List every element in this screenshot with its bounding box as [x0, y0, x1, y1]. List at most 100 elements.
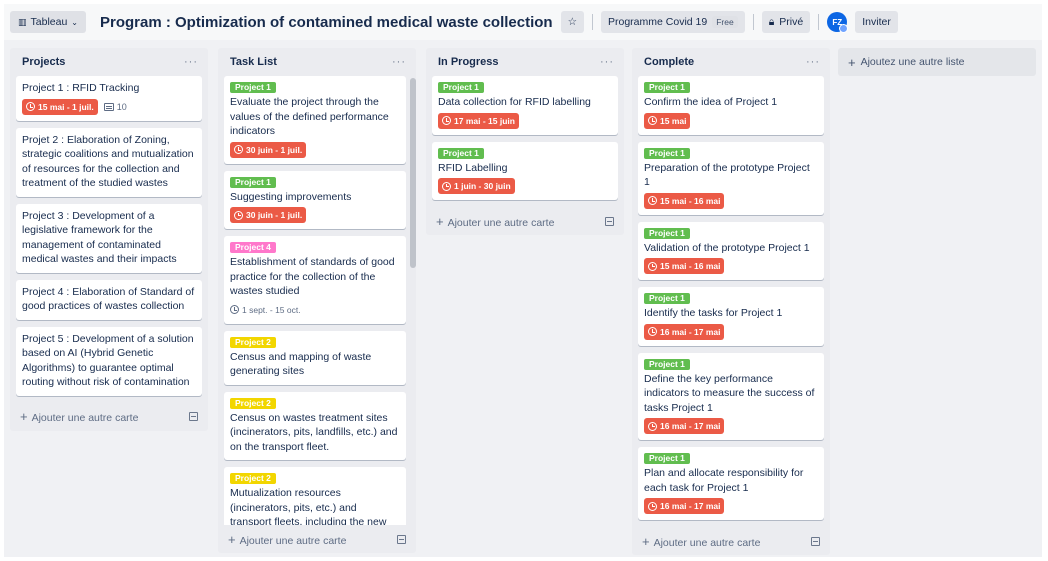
card[interactable]: Project 5 : Development of a solution ba… — [16, 326, 202, 396]
due-date-badge[interactable]: 30 juin - 1 juil. — [230, 207, 307, 223]
list-title[interactable]: In Progress — [438, 56, 499, 68]
card[interactable]: Project 4 Establishment of standards of … — [224, 236, 406, 324]
card[interactable]: Project 1 Confirm the idea of Project 1 … — [638, 76, 824, 135]
card-title: RFID Labelling — [438, 161, 508, 174]
card-label: Project 1 — [644, 82, 690, 93]
card-label: Project 1 — [438, 147, 484, 159]
clock-icon — [234, 210, 243, 220]
card-title: Preparation of the prototype Project 1 — [644, 161, 810, 189]
scrollbar[interactable] — [410, 78, 416, 268]
card[interactable]: Project 2 Census and mapping of waste ge… — [224, 330, 406, 385]
invite-button[interactable]: Inviter — [855, 11, 898, 33]
due-date-badge[interactable]: 30 juin - 1 juil. — [230, 141, 307, 158]
due-date-badge[interactable]: 16 mai - 17 mai — [644, 498, 725, 514]
due-date-badge[interactable]: 1 juin - 30 juin — [438, 178, 515, 194]
list-task-list: Task List ··· Project 1 Evaluate the pro… — [218, 48, 416, 553]
card-title: Validation of the prototype Project 1 — [644, 241, 810, 254]
due-date-badge[interactable]: 15 mai - 16 mai — [644, 192, 725, 209]
clock-icon — [442, 181, 451, 191]
view-switcher-button[interactable]: ▥ Tableau ⌄ — [10, 11, 86, 33]
board-title[interactable]: Program : Optimization of contamined med… — [100, 14, 553, 31]
list-title[interactable]: Task List — [230, 56, 277, 68]
visibility-button[interactable]: 🔒︎ Privé — [761, 11, 811, 33]
card-title: Plan and allocate responsibility for eac… — [644, 467, 804, 494]
star-button[interactable]: ☆ — [560, 11, 584, 33]
clock-icon — [648, 327, 657, 336]
clock-icon — [648, 501, 657, 511]
card-label: Project 1 — [230, 82, 276, 93]
add-card-label: Ajouter une autre carte — [31, 412, 139, 424]
clock-icon — [230, 305, 239, 314]
due-date-badge[interactable]: 15 mai - 16 mai — [644, 258, 725, 274]
list-header: Complete ··· — [632, 48, 830, 76]
template-icon[interactable] — [189, 412, 198, 421]
add-card-row: + Ajouter une autre carte — [426, 207, 624, 235]
visibility-label: Privé — [779, 16, 804, 28]
template-icon[interactable] — [605, 216, 614, 226]
add-card-button[interactable]: + Ajouter une autre carte — [436, 214, 554, 229]
card[interactable]: Project 1 Plan and allocate responsibili… — [638, 447, 824, 520]
more-icon[interactable]: ··· — [806, 56, 820, 68]
clock-icon — [648, 261, 657, 271]
card-title: Projet 2 : Elaboration of Zoning, strate… — [22, 133, 194, 190]
list-header: In Progress ··· — [426, 48, 624, 76]
due-date-badge[interactable]: 15 mai — [644, 112, 691, 129]
clock-icon — [648, 421, 657, 431]
more-icon[interactable]: ··· — [600, 56, 614, 68]
list-header: Task List ··· — [218, 48, 416, 76]
due-date-text: 16 mai - 17 mai — [660, 326, 721, 337]
add-card-button[interactable]: + Ajouter une autre carte — [642, 534, 760, 549]
divider — [592, 14, 593, 30]
due-date-badge[interactable]: 15 mai - 1 juil. — [22, 98, 98, 115]
card[interactable]: Project 4 : Elaboration of Standard of g… — [16, 279, 202, 320]
more-icon[interactable]: ··· — [392, 56, 406, 68]
workspace-button[interactable]: Programme Covid 19 Free — [601, 11, 745, 33]
card-label: Project 2 — [230, 397, 276, 409]
card[interactable]: Project 2 Census on wastes treatment sit… — [224, 391, 406, 460]
workspace-name: Programme Covid 19 — [608, 16, 708, 28]
due-date-badge[interactable]: 16 mai - 17 mai — [644, 323, 725, 340]
due-date-badge[interactable]: 16 mai - 17 mai — [644, 418, 725, 434]
card[interactable]: Projet 2 : Elaboration of Zoning, strate… — [16, 127, 202, 197]
due-date-badge[interactable]: 17 mai - 15 juin — [438, 112, 519, 129]
card[interactable]: Project 1 RFID Labelling 1 juin - 30 jui… — [432, 141, 618, 200]
add-card-button[interactable]: + Ajouter une autre carte — [228, 532, 346, 547]
card-scroll-area[interactable]: Project 1 Evaluate the project through t… — [218, 76, 416, 525]
card[interactable]: Project 1 Data collection for RFID label… — [432, 76, 618, 135]
list-title[interactable]: Projects — [22, 56, 65, 68]
avatar[interactable]: FZ — [827, 12, 849, 33]
board: ▥ Tableau ⌄ Program : Optimization of co… — [4, 4, 1042, 557]
card-label: Project 2 — [230, 336, 276, 348]
due-date-text: 30 juin - 1 juil. — [246, 210, 303, 220]
card[interactable]: Project 1 Validation of the prototype Pr… — [638, 221, 824, 280]
due-date-text: 15 mai - 1 juil. — [38, 101, 94, 112]
card[interactable]: Project 1 Preparation of the prototype P… — [638, 141, 824, 215]
clock-icon — [26, 102, 35, 111]
card[interactable]: Project 1 Suggesting improvements 30 jui… — [224, 170, 406, 229]
card[interactable]: Project 1 Define the key performance ind… — [638, 352, 824, 440]
clock-icon — [234, 145, 243, 154]
plus-icon: + — [642, 533, 650, 549]
card[interactable]: Project 1 Evaluate the project through t… — [224, 76, 406, 164]
plus-icon: + — [436, 213, 444, 229]
card-label: Project 2 — [230, 473, 276, 484]
template-icon[interactable] — [811, 536, 820, 546]
card-title: Project 3 : Development of a legislative… — [22, 209, 177, 266]
list-header: Projects ··· — [10, 48, 208, 76]
add-card-button[interactable]: + Ajouter une autre carte — [20, 409, 138, 424]
more-icon[interactable]: ··· — [184, 56, 198, 68]
due-date-text: 1 sept. - 15 oct. — [242, 304, 301, 315]
card[interactable]: Project 2 Mutualization resources (incin… — [224, 467, 406, 525]
plus-icon: + — [20, 409, 28, 424]
add-card-label: Ajouter une autre carte — [239, 534, 347, 547]
card[interactable]: Project 3 : Development of a legislative… — [16, 203, 202, 273]
add-card-label: Ajouter une autre carte — [447, 216, 555, 229]
list-title[interactable]: Complete — [644, 56, 694, 68]
due-date-badge[interactable]: 1 sept. - 15 oct. — [230, 302, 301, 318]
card-title: Suggesting improvements — [230, 190, 352, 203]
add-list-button[interactable]: + Ajoutez une autre liste — [838, 48, 1036, 76]
template-icon[interactable] — [397, 534, 406, 544]
card-title: Project 4 : Elaboration of Standard of g… — [22, 285, 195, 313]
card[interactable]: Project 1 : RFID Tracking 15 mai - 1 jui… — [16, 76, 202, 121]
card[interactable]: Project 1 Identify the tasks for Project… — [638, 287, 824, 346]
